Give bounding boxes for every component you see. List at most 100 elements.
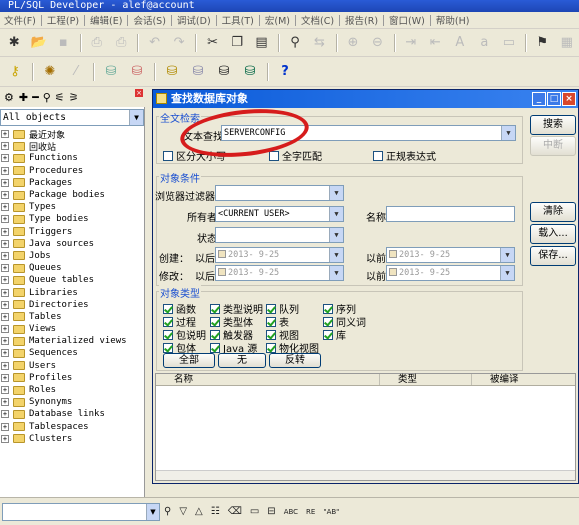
browser-config-icon[interactable]: ⚙: [4, 91, 14, 104]
copy-icon[interactable]: ❐: [227, 33, 248, 53]
expand-icon[interactable]: +: [1, 251, 9, 260]
menu-documents[interactable]: 文档(C): [297, 13, 338, 27]
expand-icon[interactable]: +: [1, 325, 9, 334]
column-type[interactable]: 类型: [380, 374, 472, 385]
expand-icon[interactable]: +: [1, 398, 9, 407]
find-icon[interactable]: ⚲: [285, 33, 306, 53]
expand-icon[interactable]: +: [1, 191, 9, 200]
expand-icon[interactable]: +: [1, 386, 9, 395]
browser-filter-select[interactable]: ▼: [215, 185, 344, 201]
name-input[interactable]: [386, 206, 515, 222]
menu-macro[interactable]: 宏(M): [261, 13, 294, 27]
tree-item[interactable]: + Database links: [0, 408, 144, 420]
tree-item[interactable]: + Tables: [0, 311, 144, 323]
indent-icon[interactable]: ⇥: [401, 33, 422, 53]
tree-item[interactable]: + Types: [0, 201, 144, 213]
menu-debug[interactable]: 调试(D): [173, 13, 215, 27]
find-input[interactable]: ▼: [2, 502, 160, 521]
chevron-down-icon[interactable]: ▼: [329, 248, 343, 262]
step-icon[interactable]: ⊖: [367, 33, 388, 53]
modified-after-date[interactable]: 2013- 9-25 ▼: [215, 265, 344, 281]
find-prev-icon[interactable]: △: [195, 506, 203, 517]
highlight-icon[interactable]: ☷: [211, 506, 220, 517]
tree-item[interactable]: + Functions: [0, 152, 144, 164]
minimize-icon[interactable]: _: [532, 92, 546, 106]
save-icon[interactable]: ▪: [53, 33, 74, 53]
chevron-down-icon[interactable]: ▼: [329, 228, 343, 242]
expand-icon[interactable]: +: [1, 166, 9, 175]
abc-option-icon[interactable]: ABC: [284, 508, 298, 516]
column-compiled[interactable]: 被编译: [472, 374, 575, 385]
chevron-down-icon[interactable]: ▼: [500, 248, 514, 262]
regex-checkbox[interactable]: 正规表达式: [373, 148, 436, 163]
clear-button[interactable]: 清除: [530, 202, 576, 222]
invert-selection-button[interactable]: 反转: [269, 353, 321, 368]
tree-item[interactable]: + Type bodies: [0, 213, 144, 225]
expand-icon[interactable]: +: [1, 142, 9, 151]
menu-project[interactable]: 工程(P): [43, 13, 83, 27]
results-list[interactable]: 名称 类型 被编译: [155, 373, 576, 481]
open-icon[interactable]: 📂: [29, 33, 50, 53]
tree-item[interactable]: + Materialized views: [0, 335, 144, 347]
load-button[interactable]: 载入...: [530, 224, 576, 244]
modified-before-date[interactable]: 2013- 9-25 ▼: [386, 265, 515, 281]
expand-icon[interactable]: +: [1, 203, 9, 212]
expand-icon[interactable]: +: [1, 239, 9, 248]
menu-tools[interactable]: 工具(T): [218, 13, 258, 27]
explain-icon[interactable]: ⛁: [213, 62, 235, 82]
connect-icon[interactable]: ✺: [39, 62, 61, 82]
tree-item[interactable]: + Queues: [0, 262, 144, 274]
expand-icon[interactable]: +: [1, 154, 9, 163]
menu-reports[interactable]: 报告(R): [341, 13, 382, 27]
expand-icon[interactable]: +: [1, 227, 9, 236]
expand-icon[interactable]: +: [1, 288, 9, 297]
expand-icon[interactable]: +: [1, 422, 9, 431]
horizontal-scrollbar[interactable]: [156, 470, 575, 480]
menu-session[interactable]: 会话(S): [129, 13, 169, 27]
maximize-icon[interactable]: □: [547, 92, 561, 106]
tree-item[interactable]: + Sequences: [0, 347, 144, 359]
chevron-down-icon[interactable]: ▼: [500, 266, 514, 280]
tree-item[interactable]: + Libraries: [0, 286, 144, 298]
abort-button[interactable]: 中断: [530, 136, 576, 156]
tree-item[interactable]: + Roles: [0, 384, 144, 396]
print-icon[interactable]: ⎙: [86, 33, 107, 53]
help-icon[interactable]: ?: [274, 62, 296, 82]
new-icon[interactable]: ✱: [4, 33, 25, 53]
owner-select[interactable]: <CURRENT USER> ▼: [215, 206, 344, 222]
select-none-button[interactable]: 无: [218, 353, 266, 368]
expand-icon[interactable]: +: [1, 349, 9, 358]
created-after-date[interactable]: 2013- 9-25 ▼: [215, 247, 344, 263]
regex-option-icon[interactable]: RE: [306, 508, 315, 516]
expand-icon[interactable]: +: [1, 215, 9, 224]
close-icon[interactable]: ×: [135, 89, 143, 97]
tree-item[interactable]: + Directories: [0, 299, 144, 311]
chevron-down-icon[interactable]: ▼: [129, 110, 143, 125]
key-icon[interactable]: ⚷: [4, 62, 26, 82]
tree-item[interactable]: + Views: [0, 323, 144, 335]
search-button[interactable]: 搜索: [530, 115, 576, 135]
expand-icon[interactable]: +: [1, 276, 9, 285]
add-icon[interactable]: ✚: [19, 91, 28, 104]
chevron-down-icon[interactable]: ▼: [501, 126, 515, 140]
select-all-button[interactable]: 全部: [163, 353, 215, 368]
expand-icon[interactable]: +: [1, 361, 9, 370]
tree-item[interactable]: + Java sources: [0, 238, 144, 250]
case-option-icon[interactable]: ▭: [250, 506, 259, 517]
menu-help[interactable]: 帮助(H): [432, 13, 474, 27]
expand-icon[interactable]: +: [1, 264, 9, 273]
expand-icon[interactable]: +: [1, 130, 9, 139]
whole-word-option-icon[interactable]: ⊟: [267, 506, 275, 517]
tree-item[interactable]: + Users: [0, 360, 144, 372]
menu-window[interactable]: 窗口(W): [385, 13, 429, 27]
tree-item[interactable]: + 回收站: [0, 140, 144, 152]
ab-option-icon[interactable]: "AB": [323, 508, 339, 516]
tree-item[interactable]: + Tablespaces: [0, 421, 144, 433]
close-icon[interactable]: ×: [562, 92, 576, 106]
commit-icon[interactable]: ⛁: [100, 62, 122, 82]
unindent-icon[interactable]: ⇤: [425, 33, 446, 53]
undo-icon[interactable]: ↶: [144, 33, 165, 53]
expand-icon[interactable]: +: [1, 300, 9, 309]
report-icon[interactable]: ⛁: [239, 62, 261, 82]
paste-icon[interactable]: ▤: [251, 33, 272, 53]
